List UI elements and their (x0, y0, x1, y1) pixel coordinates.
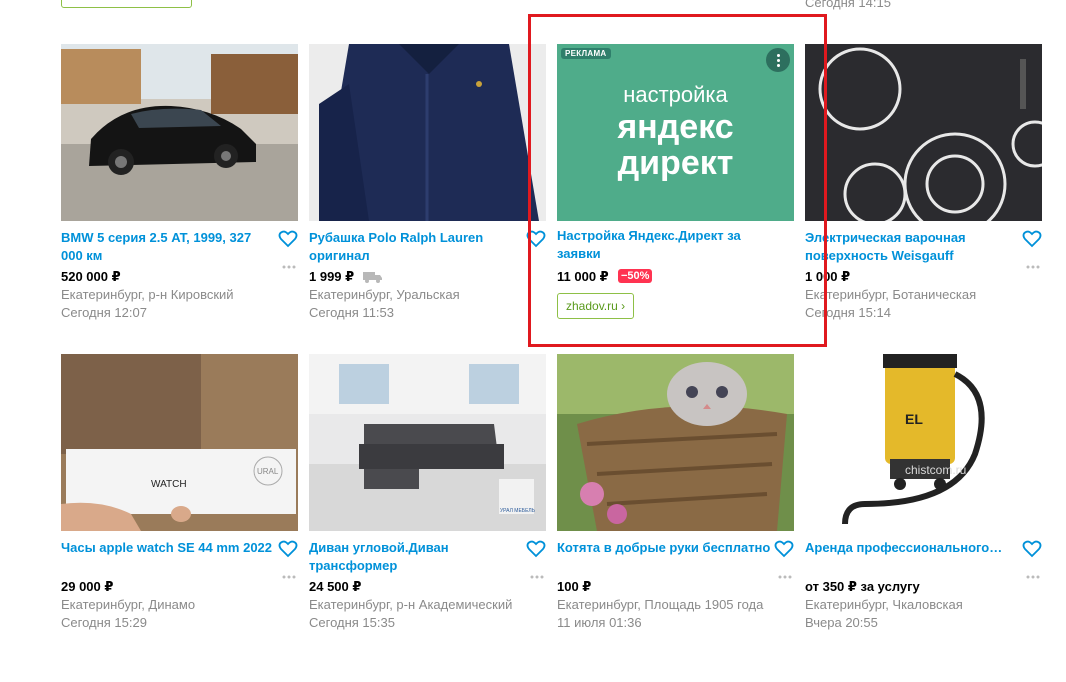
listing-price: 24 500 ₽ (309, 579, 362, 594)
listing-location: Екатеринбург, Уральская (309, 287, 460, 302)
listing-date: 11 июля 01:36 (557, 615, 642, 630)
listing-price: 1 000 ₽ (805, 269, 851, 284)
sofa-photo: УРАЛ МЕБЕЛЬ (309, 354, 546, 531)
favorite-heart-icon[interactable] (1022, 539, 1042, 559)
truck-icon (363, 272, 382, 283)
listing-photo[interactable]: WATCH URAL (61, 354, 298, 531)
previous-row-button-fragment[interactable] (61, 0, 192, 8)
more-options-icon[interactable] (1026, 574, 1040, 580)
listing-price: от 350 ₽ за услугу (805, 579, 920, 594)
listing-location: Екатеринбург, Площадь 1905 года (557, 597, 764, 612)
listing-photo[interactable]: УРАЛ МЕБЕЛЬ (309, 354, 546, 531)
listing-date: Сегодня 12:07 (61, 305, 147, 320)
listing-date: Сегодня 15:29 (61, 615, 147, 630)
car-photo (61, 44, 298, 221)
listing-price: 520 000 ₽ (61, 269, 121, 284)
more-options-icon[interactable] (282, 574, 296, 580)
ad-site-link[interactable]: zhadov.ru › (557, 293, 635, 319)
listing-title[interactable]: BMW 5 серия 2.5 AT, 1999, 327 000 км (61, 229, 276, 265)
listing-title[interactable]: Рубашка Polo Ralph Lauren оригинал (309, 229, 524, 265)
ad-title[interactable]: Настройка Яндекс.Директ за заявки (557, 227, 772, 263)
favorite-heart-icon[interactable] (774, 539, 794, 559)
vacuum-photo: EL chistcom.ru (805, 354, 1042, 531)
watch-box-photo: WATCH URAL (61, 354, 298, 531)
watch-box-label: WATCH (151, 479, 187, 490)
ural-logo-text: URAL (257, 467, 279, 476)
more-options-icon[interactable] (1026, 264, 1040, 270)
listing-location: Екатеринбург, Чкаловская (805, 597, 963, 612)
cooktop-photo (805, 44, 1042, 221)
listing-price: 100 ₽ (557, 579, 592, 594)
more-options-icon[interactable] (778, 574, 792, 580)
ad-banner-line2: яндекс (617, 108, 734, 146)
listing-photo[interactable]: EL chistcom.ru (805, 354, 1042, 531)
favorite-heart-icon[interactable] (526, 539, 546, 559)
ad-label: РЕКЛАМА (561, 48, 611, 59)
listing-photo[interactable] (309, 44, 546, 221)
shirt-photo (309, 44, 546, 221)
listing-location: Екатеринбург, р-н Академический (309, 597, 513, 612)
listing-location: Екатеринбург, Ботаническая (805, 287, 977, 302)
favorite-heart-icon[interactable] (278, 539, 298, 559)
listing-photo[interactable] (557, 354, 794, 531)
listing-title[interactable]: Котята в добрые руки бесплатно (557, 539, 772, 557)
discount-badge: −50% (618, 269, 653, 283)
listing-photo[interactable] (61, 44, 298, 221)
favorite-heart-icon[interactable] (526, 229, 546, 249)
store-logo-text: УРАЛ МЕБЕЛЬ (500, 508, 536, 514)
ad-price: 11 000 ₽ (557, 269, 609, 284)
listing-title[interactable]: Аренда профессионального… (805, 539, 1020, 557)
previous-row-date: Сегодня 14:15 (805, 0, 891, 10)
more-options-icon[interactable] (282, 264, 296, 270)
favorite-heart-icon[interactable] (278, 229, 298, 249)
listing-location: Екатеринбург, р-н Кировский (61, 287, 234, 302)
listing-title[interactable]: Часы apple watch SE 44 mm 2022 (61, 539, 276, 557)
listing-date: Сегодня 15:35 (309, 615, 395, 630)
listing-date: Вчера 20:55 (805, 615, 878, 630)
listing-title[interactable]: Диван угловой.Диван трансформер (309, 539, 524, 575)
listing-photo[interactable] (805, 44, 1042, 221)
listing-title[interactable]: Электрическая варочная поверхность Weisg… (805, 229, 1020, 265)
listing-price: 29 000 ₽ (61, 579, 114, 594)
ad-banner[interactable]: РЕКЛАМА настройка яндекс директ (557, 44, 794, 221)
ad-menu-icon[interactable] (766, 48, 790, 72)
ad-banner-line3: директ (617, 144, 734, 182)
ad-banner-line1: настройка (623, 82, 728, 107)
kitten-photo (557, 354, 794, 531)
vacuum-brand-text: EL (905, 411, 923, 427)
favorite-heart-icon[interactable] (1022, 229, 1042, 249)
listing-date: Сегодня 11:53 (309, 305, 395, 320)
listing-date: Сегодня 15:14 (805, 305, 891, 320)
listing-location: Екатеринбург, Динамо (61, 597, 196, 612)
listing-price: 1 999 ₽ (309, 269, 355, 284)
watermark-text: chistcom.ru (905, 463, 966, 477)
more-options-icon[interactable] (530, 574, 544, 580)
